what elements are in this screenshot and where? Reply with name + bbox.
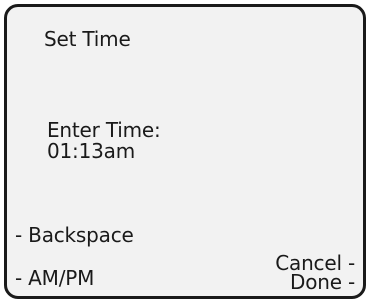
backspace-softkey[interactable]: - Backspace — [15, 224, 134, 246]
am-pm-softkey[interactable]: - AM/PM — [15, 267, 94, 289]
time-prompt-label: Enter Time: — [47, 118, 161, 142]
time-input-field[interactable]: 01:13am — [47, 140, 135, 162]
phone-display: Set Time Enter Time: 01:13am - Backspace… — [4, 4, 366, 299]
done-softkey[interactable]: Done - — [290, 271, 355, 293]
screen-title: Set Time — [44, 27, 131, 51]
